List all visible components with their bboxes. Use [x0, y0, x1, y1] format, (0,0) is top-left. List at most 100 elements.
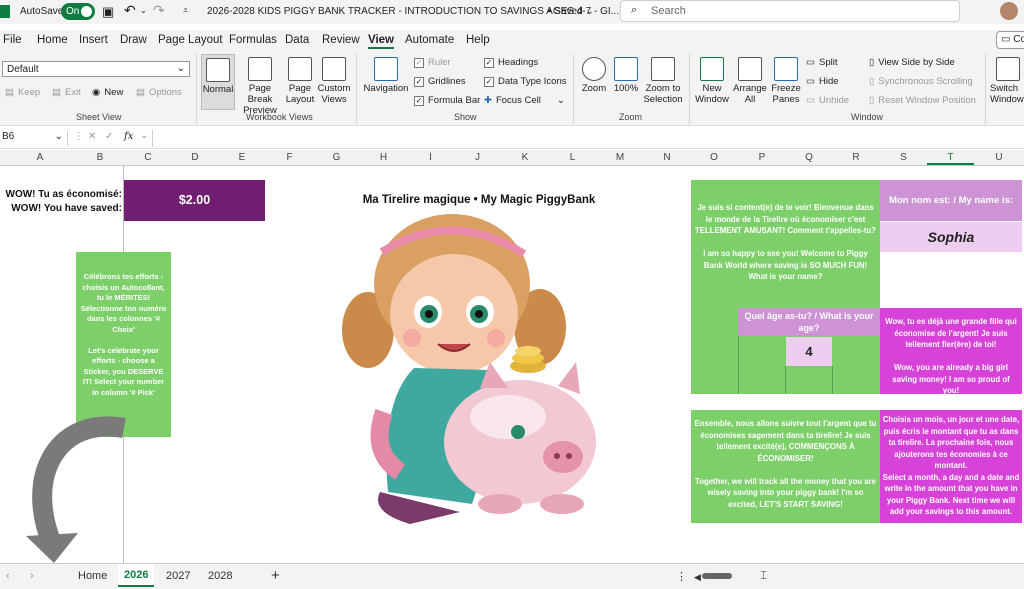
select-month-instructions: Choisis un mois, un jour et une date, pu… — [880, 410, 1022, 523]
saved-status[interactable]: • Saved ⌄ — [548, 6, 594, 17]
menu-help[interactable]: Help — [466, 34, 490, 46]
avatar[interactable] — [1000, 2, 1018, 20]
column-header[interactable]: F — [266, 152, 313, 163]
share-button[interactable]: ▭ Co — [996, 31, 1024, 49]
view-side-by-side-button[interactable]: ▯ View Side by Side — [869, 57, 955, 68]
normal-view-button[interactable]: Normal — [201, 54, 235, 110]
add-sheet-button[interactable]: + — [271, 567, 280, 584]
focus-cell-button[interactable]: ✚ Focus Cell ⌄ — [484, 95, 565, 106]
column-header[interactable]: E — [218, 152, 266, 163]
zoom-100-label: 100% — [613, 83, 639, 94]
column-header[interactable]: L — [549, 152, 596, 163]
sheet-tab-2028[interactable]: 2028 — [208, 570, 232, 582]
menu-automate[interactable]: Automate — [405, 34, 454, 46]
custom-views-button[interactable]: Custom Views — [316, 57, 352, 105]
page-break-preview-button[interactable]: Page Break Preview — [237, 57, 283, 116]
sheet-tab-2026[interactable]: 2026 — [118, 564, 155, 587]
unhide-button[interactable]: ▭ Unhide — [806, 95, 849, 106]
new-window-button[interactable]: New Window — [694, 57, 730, 105]
menu-data[interactable]: Data — [285, 34, 309, 46]
column-header[interactable]: U — [974, 152, 1024, 163]
age-label-cell: Quel âge as-tu? / What is your age? — [738, 308, 880, 336]
options-button[interactable]: ▤ Options — [136, 87, 182, 98]
customize-toolbar-icon[interactable]: ⩡ — [183, 5, 188, 16]
data-type-icons-checkbox[interactable]: ✓ Data Type Icons — [484, 76, 566, 87]
name-box[interactable]: B6 ⌄ — [0, 131, 68, 146]
exit-button[interactable]: ▤ Exit — [52, 87, 81, 98]
insert-function-icon[interactable]: fx — [124, 131, 133, 142]
column-header[interactable]: S — [880, 152, 927, 163]
zoom-to-selection-button[interactable]: Zoom to Selection — [642, 57, 684, 105]
age-value-cell[interactable]: 4 — [786, 337, 832, 366]
sheet-tab-home[interactable]: Home — [78, 570, 107, 582]
scroll-left-icon[interactable]: ‹ — [6, 570, 10, 582]
saved-amount-cell[interactable]: $2.00 — [124, 180, 265, 221]
menu-formulas[interactable]: Formulas — [229, 34, 277, 46]
headings-checkbox[interactable]: ✓ Headings — [484, 57, 538, 68]
column-header[interactable]: B — [80, 152, 120, 163]
menu-page-layout[interactable]: Page Layout — [158, 34, 223, 46]
column-header[interactable]: I — [407, 152, 454, 163]
column-header[interactable]: O — [690, 152, 738, 163]
column-header[interactable]: D — [172, 152, 218, 163]
menu-draw[interactable]: Draw — [120, 34, 147, 46]
sheet-view-select[interactable]: Default ⌄ — [2, 61, 190, 77]
column-header[interactable]: G — [313, 152, 360, 163]
horizontal-scrollbar-thumb[interactable] — [702, 573, 732, 579]
options-icon: ▤ — [136, 87, 145, 98]
split-button[interactable]: ▭ Split — [806, 57, 837, 68]
column-header[interactable]: M — [596, 152, 644, 163]
redo-icon[interactable]: ↷ — [153, 2, 165, 19]
zoom-100-button[interactable]: 100% — [612, 57, 640, 94]
zoom-button[interactable]: Zoom — [578, 57, 610, 94]
formula-input[interactable] — [152, 130, 1024, 147]
column-header[interactable]: J — [454, 152, 501, 163]
switch-windows-button[interactable]: Switch Window — [990, 57, 1024, 105]
column-header[interactable]: T — [927, 152, 974, 165]
hide-button[interactable]: ▭ Hide — [806, 76, 839, 87]
scroll-left-arrow-icon[interactable]: ◀ — [694, 572, 701, 583]
formula-bar-checkbox[interactable]: ✓ Formula Bar — [414, 95, 480, 106]
selection-label: Selection — [643, 94, 683, 105]
column-header[interactable]: A — [0, 152, 80, 163]
freeze-panes-button[interactable]: Freeze Panes — [768, 57, 804, 105]
menu-home[interactable]: Home — [37, 34, 68, 46]
more-options-icon[interactable]: ⋮ — [676, 570, 687, 583]
checkbox-icon: ✓ — [484, 57, 494, 68]
navigation-button[interactable]: Navigation — [362, 57, 410, 94]
cancel-icon[interactable]: ✕ — [88, 131, 96, 142]
synchronous-scrolling-button[interactable]: ▯ Synchronous Scrolling — [869, 76, 973, 87]
menu-view[interactable]: View — [368, 34, 394, 49]
column-header[interactable]: Q — [786, 152, 832, 163]
exit-label: Exit — [64, 87, 81, 98]
ruler-checkbox[interactable]: ✓ Ruler — [414, 57, 451, 68]
switch-label-1: Switch — [990, 83, 1018, 94]
page-layout-view-button[interactable]: Page Layout — [285, 57, 315, 105]
undo-icon[interactable]: ↶ — [124, 2, 136, 19]
name-value-cell[interactable]: Sophia — [880, 222, 1022, 252]
worksheet[interactable]: WOW! Tu as économisé: WOW! You have save… — [0, 166, 1024, 563]
menu-file[interactable]: File — [3, 34, 22, 46]
column-header[interactable]: N — [644, 152, 690, 163]
reset-window-position-button[interactable]: ▯ Reset Window Position — [869, 95, 976, 106]
arrange-all-button[interactable]: Arrange All — [732, 57, 768, 105]
autosave-toggle[interactable]: On — [61, 3, 95, 20]
menu-review[interactable]: Review — [322, 34, 360, 46]
column-header[interactable]: H — [360, 152, 407, 163]
save-icon[interactable]: ▣ — [102, 4, 114, 20]
menu-insert[interactable]: Insert — [79, 34, 108, 46]
search-box[interactable]: ⌕ Search — [620, 0, 960, 22]
column-header[interactable]: R — [832, 152, 880, 163]
navigation-icon — [374, 57, 398, 81]
scroll-right-icon[interactable]: › — [30, 570, 34, 582]
undo-dropdown-icon[interactable]: ⌄ — [140, 6, 147, 15]
gridlines-checkbox[interactable]: ✓ Gridlines — [414, 76, 466, 87]
name-label: Mon nom est: / My name is: — [888, 195, 1014, 206]
keep-button[interactable]: ▤ Keep — [5, 87, 40, 98]
enter-icon[interactable]: ✓ — [105, 131, 113, 142]
sheet-tab-2027[interactable]: 2027 — [166, 570, 190, 582]
column-header[interactable]: K — [501, 152, 549, 163]
new-sheet-view-button[interactable]: ◉ New — [92, 87, 123, 98]
column-header[interactable]: C — [124, 152, 172, 163]
column-header[interactable]: P — [738, 152, 786, 163]
